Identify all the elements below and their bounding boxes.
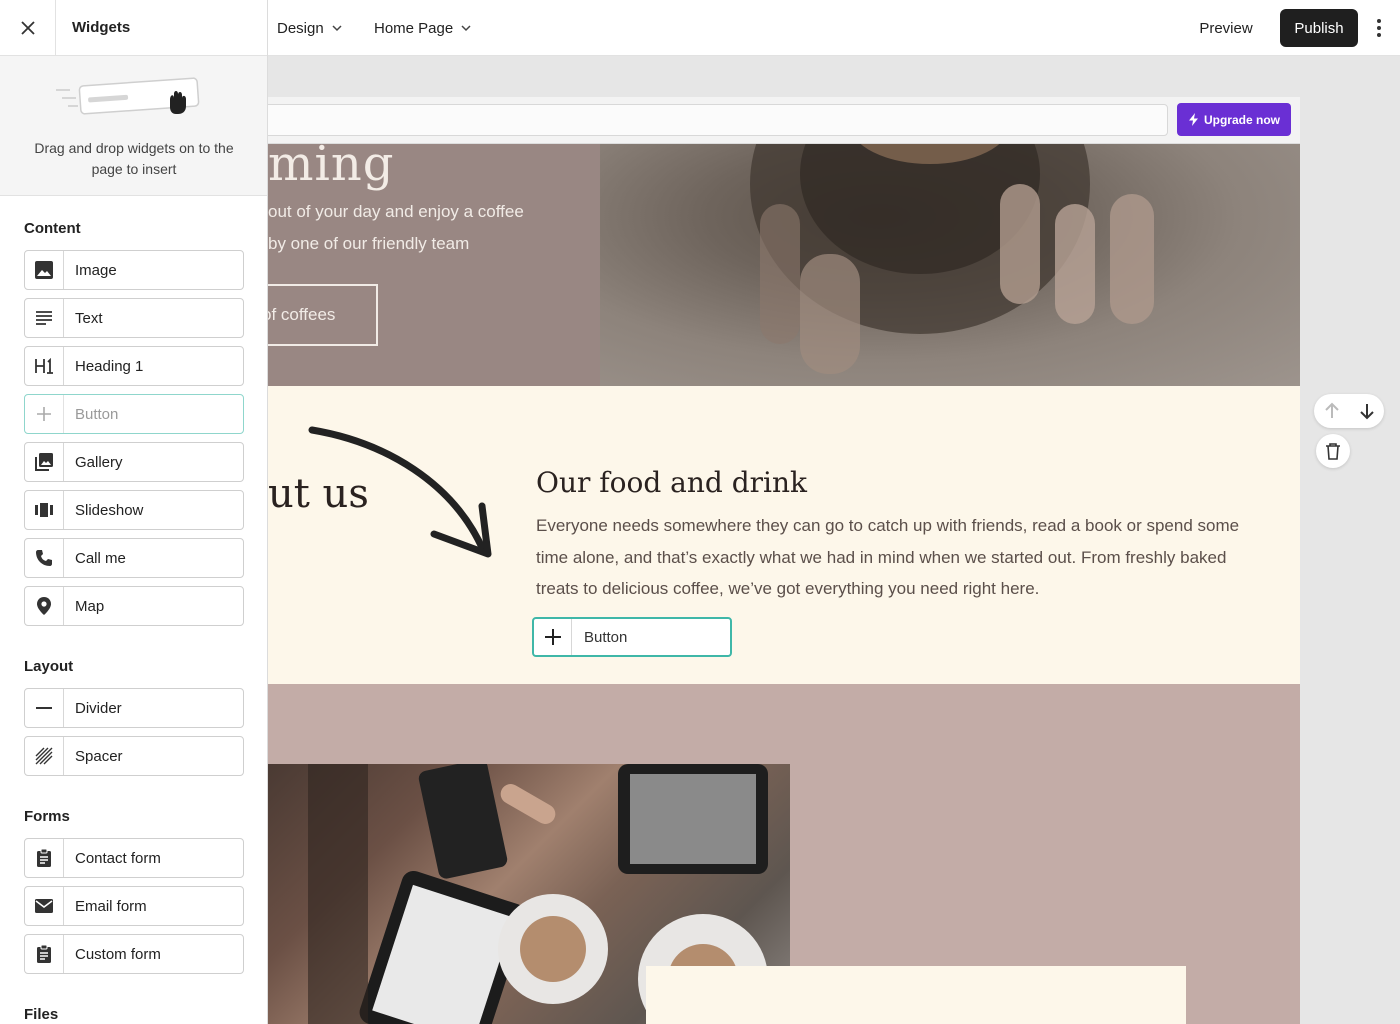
group-title-forms: Forms xyxy=(24,808,70,825)
hero-line-2: by one of our friendly team xyxy=(268,234,470,253)
design-menu-label: Design xyxy=(277,19,324,37)
url-bar: t xyxy=(258,104,1168,136)
widget-map-label: Map xyxy=(75,597,105,615)
hero-cta-button[interactable]: of coffees xyxy=(268,284,378,346)
heading-icon xyxy=(25,347,64,385)
chevron-down-icon xyxy=(461,25,471,32)
widget-custom-form-label: Custom form xyxy=(75,945,161,963)
plus-icon xyxy=(25,395,64,433)
design-menu[interactable]: Design xyxy=(277,0,342,56)
chevron-down-icon xyxy=(332,25,342,32)
move-section-controls xyxy=(1314,394,1384,428)
clipboard-icon xyxy=(25,935,64,973)
page-menu-label: Home Page xyxy=(374,19,454,37)
widget-call-label: Call me xyxy=(75,549,126,567)
hero-line-1: out of your day and enjoy a coffee xyxy=(268,202,524,221)
widget-slideshow[interactable]: Slideshow xyxy=(24,490,244,530)
widget-custom-form[interactable]: Custom form xyxy=(24,934,244,974)
delete-section-button[interactable] xyxy=(1316,434,1350,468)
divider-icon xyxy=(25,689,64,727)
widgets-panel: Widgets Drag and drop widgets on to the … xyxy=(0,0,268,1024)
widget-spacer-label: Spacer xyxy=(75,747,123,765)
widget-text[interactable]: Text xyxy=(24,298,244,338)
gallery-section[interactable] xyxy=(268,684,1300,1024)
page-menu[interactable]: Home Page xyxy=(374,0,471,56)
widget-divider[interactable]: Divider xyxy=(24,688,244,728)
envelope-icon xyxy=(25,887,64,925)
hero-cta-label: of coffees xyxy=(268,305,336,324)
widgets-panel-title: Widgets xyxy=(72,19,131,36)
phone-icon xyxy=(25,539,64,577)
text-lines-icon xyxy=(25,299,64,337)
food-body: Everyone needs somewhere they can go to … xyxy=(536,516,1240,598)
widget-gallery-label: Gallery xyxy=(75,453,123,471)
lightning-icon xyxy=(1188,113,1198,126)
widget-button-label: Button xyxy=(75,405,119,423)
upgrade-button[interactable]: Upgrade now xyxy=(1177,103,1291,136)
widget-contact-form-label: Contact form xyxy=(75,849,161,867)
map-pin-icon xyxy=(25,587,64,625)
widget-text-label: Text xyxy=(75,309,103,327)
upgrade-label: Upgrade now xyxy=(1203,112,1280,127)
publish-button[interactable]: Publish xyxy=(1280,9,1358,47)
group-title-files: Files xyxy=(24,1006,59,1023)
hero-section[interactable]: ming out of your day and enjoy a coffee … xyxy=(268,144,1300,386)
widget-email-form[interactable]: Email form xyxy=(24,886,244,926)
widget-map[interactable]: Map xyxy=(24,586,244,626)
preview-button[interactable]: Preview xyxy=(1184,10,1268,46)
more-options-icon[interactable] xyxy=(1370,16,1388,40)
widget-image[interactable]: Image xyxy=(24,250,244,290)
widget-heading[interactable]: Heading 1 xyxy=(24,346,244,386)
widget-slideshow-label: Slideshow xyxy=(75,501,144,519)
clipboard-icon xyxy=(25,839,64,877)
widget-contact-form[interactable]: Contact form xyxy=(24,838,244,878)
about-section[interactable]: ut us Our food and drink Everyone needs … xyxy=(268,386,1300,684)
slideshow-icon xyxy=(25,491,64,529)
widget-spacer[interactable]: Spacer xyxy=(24,736,244,776)
gallery-text-card xyxy=(646,966,1186,1024)
food-title: Our food and drink xyxy=(536,466,807,499)
plus-icon xyxy=(534,619,572,655)
image-icon xyxy=(25,251,64,289)
drag-drop-hint: Drag and drop widgets on to the page to … xyxy=(0,56,267,196)
widget-image-label: Image xyxy=(75,261,117,279)
trash-icon xyxy=(1326,443,1340,460)
group-title-content: Content xyxy=(24,220,81,237)
drag-illustration-icon xyxy=(56,77,200,115)
section-toolbar xyxy=(1300,386,1400,684)
widget-call[interactable]: Call me xyxy=(24,538,244,578)
widget-button[interactable]: Button xyxy=(24,394,244,434)
hero-title: ming xyxy=(268,144,395,192)
button-drop-placeholder[interactable]: Button xyxy=(532,617,732,657)
widget-heading-label: Heading 1 xyxy=(75,357,144,375)
drag-drop-hint-text: Drag and drop widgets on to the page to … xyxy=(34,140,234,177)
browser-bar: t Upgrade now xyxy=(258,97,1300,144)
spacer-icon xyxy=(25,737,64,775)
widget-email-form-label: Email form xyxy=(75,897,147,915)
coffee-cup-1 xyxy=(498,894,608,1004)
drop-button-label: Button xyxy=(584,628,628,646)
widget-divider-label: Divider xyxy=(75,699,122,717)
arrow-down-icon[interactable] xyxy=(1358,402,1376,420)
close-icon xyxy=(20,21,35,35)
gallery-icon xyxy=(25,443,64,481)
hero-coffee-photo xyxy=(600,144,1300,386)
widgets-panel-header: Widgets xyxy=(0,0,267,56)
close-panel-button[interactable] xyxy=(0,0,56,56)
arrow-up-icon[interactable] xyxy=(1323,402,1341,420)
group-title-layout: Layout xyxy=(24,658,74,675)
arrow-illustration xyxy=(308,426,492,558)
widget-gallery[interactable]: Gallery xyxy=(24,442,244,482)
